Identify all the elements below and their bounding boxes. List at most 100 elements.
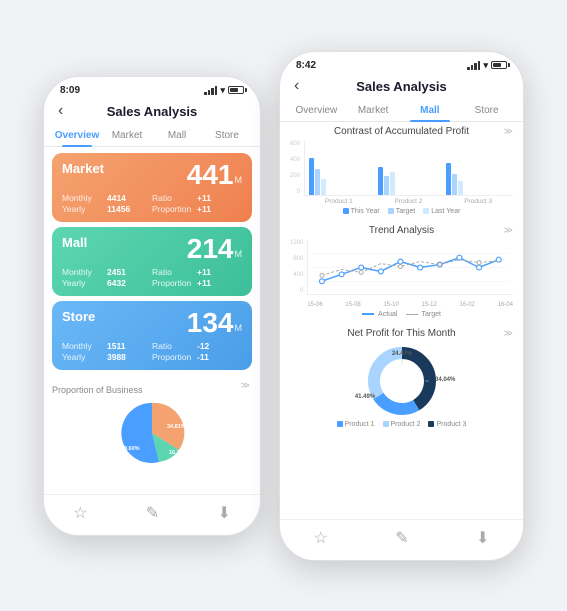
donut-pin: ≫	[504, 328, 513, 339]
legend-product3: Product 3	[428, 421, 466, 428]
tab-market-right[interactable]: Market	[345, 100, 402, 121]
svg-text:24.47%: 24.47%	[391, 351, 412, 357]
right-bottom-nav: ☆ ✎ ⬇	[280, 519, 523, 560]
tab-mall-right[interactable]: Mall	[402, 100, 459, 121]
bar-chart-legend: This Year Target Last Year	[290, 208, 513, 215]
legend-target-line: Target	[406, 311, 441, 318]
donut-wrapper: 24.47% 34.04% 41.49%	[290, 343, 513, 418]
bar-g1-lastyear	[321, 179, 326, 195]
left-status-bar: 8:09 ▾	[44, 77, 260, 100]
donut-title: Net Profit for This Month	[290, 328, 513, 339]
wifi-icon: ▾	[220, 85, 225, 96]
market-card-stats: Monthly 4414 Ratio +11 Yearly 11456 Prop…	[62, 193, 242, 214]
left-header: ‹ Sales Analysis	[44, 100, 260, 125]
bar-chart-pin: ≫	[504, 126, 513, 137]
store-card-stats: Monthly 1511 Ratio -12 Yearly 3988 Propo…	[62, 341, 242, 362]
mall-card-value: 214	[187, 235, 234, 263]
store-card-name: Store	[62, 309, 95, 324]
market-yearly-label: Yearly	[62, 204, 107, 214]
legend-p3-dot	[428, 421, 434, 427]
legend-target-line-dot	[406, 314, 418, 315]
right-tabs: Overview Market Mall Store	[280, 100, 523, 122]
line-chart-svg	[307, 240, 513, 295]
left-tabs: Overview Market Mall Store	[44, 125, 260, 147]
battery-icon	[228, 86, 244, 94]
market-card-value: 441	[187, 161, 234, 189]
right-signal-icon	[467, 61, 480, 70]
donut-chart-section: Net Profit for This Month ≫ 24.47% 34.04…	[280, 324, 523, 434]
line-chart-section: Trend Analysis ≫ 12008004000	[280, 221, 523, 324]
left-phone: 8:09 ▾ ‹ Sales Analysis Overview Market	[43, 76, 261, 536]
favorites-icon[interactable]: ☆	[73, 503, 87, 523]
store-card-unit: M	[235, 323, 243, 333]
legend-p1-dot	[337, 421, 343, 427]
tab-market-left[interactable]: Market	[102, 125, 152, 146]
right-back-button[interactable]: ‹	[294, 77, 299, 95]
left-time: 8:09	[60, 85, 80, 96]
right-edit-icon[interactable]: ✎	[395, 528, 408, 548]
svg-text:16.79%: 16.79%	[169, 450, 188, 456]
market-proportion-value: +11	[197, 204, 242, 214]
svg-text:41.49%: 41.49%	[354, 394, 375, 400]
market-monthly-label: Monthly	[62, 193, 107, 203]
right-status-icons: ▾	[467, 60, 507, 71]
tab-store-right[interactable]: Store	[458, 100, 515, 121]
market-card-top: Market 441 M	[62, 161, 242, 189]
market-card-name: Market	[62, 161, 104, 176]
right-download-icon[interactable]: ⬇	[476, 528, 489, 548]
right-time: 8:42	[296, 60, 316, 71]
tab-store-left[interactable]: Store	[202, 125, 252, 146]
signal-icon	[204, 86, 217, 95]
legend-thisyear: This Year	[343, 208, 380, 215]
tab-overview-left[interactable]: Overview	[52, 125, 102, 146]
bar-g3-thisyear	[446, 163, 451, 195]
bar-group-1	[309, 158, 372, 195]
market-card: Market 441 M Monthly 4414 Ratio +11 Year…	[52, 153, 252, 222]
line-y-axis: 12008004000	[290, 240, 305, 295]
right-phone: 8:42 ▾ ‹ Sales Analysis Overview Market	[279, 51, 524, 561]
legend-product2: Product 2	[383, 421, 421, 428]
mall-card-name: Mall	[62, 235, 87, 250]
legend-thisyear-dot	[343, 208, 349, 214]
cards-area: Market 441 M Monthly 4414 Ratio +11 Year…	[44, 147, 260, 376]
tab-mall-left[interactable]: Mall	[152, 125, 202, 146]
pie-pin-icon: ≫	[241, 380, 250, 391]
svg-text:34.04%: 34.04%	[435, 377, 456, 383]
bar-g2-lastyear	[390, 172, 395, 195]
line-chart-pin: ≫	[504, 225, 513, 236]
store-card: Store 134 M Monthly 1511 Ratio -12 Yearl…	[52, 301, 252, 370]
download-icon[interactable]: ⬇	[217, 503, 230, 523]
bar-group-2	[378, 167, 441, 195]
legend-p2-dot	[383, 421, 389, 427]
line-chart-legend: Actual Target	[290, 311, 513, 318]
mall-card-unit: M	[235, 249, 243, 259]
market-ratio-value: +11	[197, 193, 242, 203]
line-x-labels: 15-06 15-08 15-10 15-12 16-02 16-04	[307, 302, 513, 308]
scene: 8:09 ▾ ‹ Sales Analysis Overview Market	[0, 0, 567, 611]
bar-chart-bars	[304, 141, 513, 196]
pie-title: Proportion of Business	[52, 385, 143, 395]
bar-y-axis: 6004002000	[290, 141, 302, 196]
market-ratio-label: Ratio	[152, 193, 197, 203]
right-header: ‹ Sales Analysis	[280, 75, 523, 100]
legend-product1: Product 1	[337, 421, 375, 428]
mall-card-stats: Monthly 2451 Ratio +11 Yearly 6432 Propo…	[62, 267, 242, 288]
legend-target-dot	[388, 208, 394, 214]
market-proportion-label: Proportion	[152, 204, 197, 214]
bar-chart-title: Contrast of Accumulated Profit	[290, 126, 513, 137]
edit-icon[interactable]: ✎	[146, 503, 159, 523]
store-card-value: 134	[187, 309, 234, 337]
market-yearly-value: 11456	[107, 204, 152, 214]
legend-actual: Actual	[362, 311, 397, 318]
bar-g1-target	[315, 169, 320, 195]
market-monthly-value: 4414	[107, 193, 152, 203]
back-button[interactable]: ‹	[58, 102, 63, 120]
pie-chart: 34.81% 16.79% 48.60%	[52, 398, 252, 468]
right-favorites-icon[interactable]: ☆	[314, 528, 328, 548]
svg-text:34.81%: 34.81%	[167, 424, 186, 430]
mall-card: Mall 214 M Monthly 2451 Ratio +11 Yearly…	[52, 227, 252, 296]
right-status-bar: 8:42 ▾	[280, 52, 523, 75]
donut-legend: Product 1 Product 2 Product 3	[290, 421, 513, 428]
tab-overview-right[interactable]: Overview	[288, 100, 345, 121]
market-card-unit: M	[235, 175, 243, 185]
